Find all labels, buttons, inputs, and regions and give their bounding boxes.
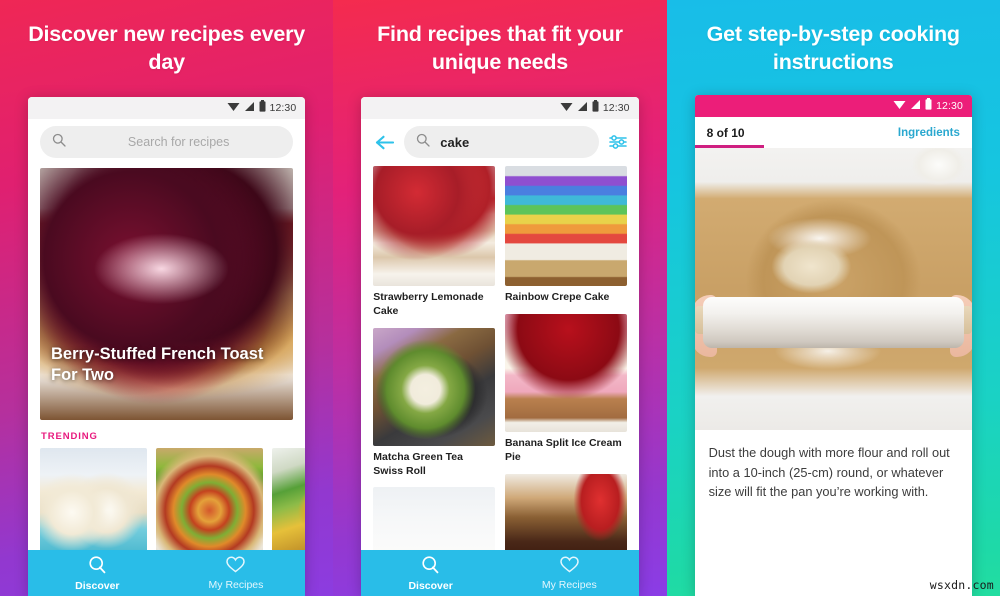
back-arrow-icon[interactable] xyxy=(373,135,396,150)
trending-row xyxy=(40,448,306,550)
search-circle-icon xyxy=(421,555,440,579)
recipe-title: Strawberry Lemonade Cake xyxy=(373,291,484,317)
status-bar: 12:30 xyxy=(28,97,306,119)
nav-label-discover: Discover xyxy=(408,579,453,592)
discover-feed: Berry-Stuffed French Toast For Two TREND… xyxy=(28,166,306,550)
recipe-card[interactable]: Banana Split Ice Cream Pie xyxy=(504,313,627,465)
step-instruction-text: Dust the dough with more flour and roll … xyxy=(694,430,972,596)
search-input[interactable]: Search for recipes xyxy=(40,126,294,158)
recipe-card[interactable]: Rainbow Crepe Cake xyxy=(504,166,627,305)
panel-headline: Discover new recipes every day xyxy=(28,22,306,75)
promo-panel-discover: Discover new recipes every day 12:30 Sea… xyxy=(0,0,334,596)
tune-filter-icon[interactable] xyxy=(607,134,627,150)
nav-label-discover: Discover xyxy=(75,579,120,592)
step-image xyxy=(694,148,972,430)
results-column-right: Rainbow Crepe Cake Banana Split Ice Crea… xyxy=(504,166,627,550)
rolling-pin xyxy=(702,297,964,349)
signal-icon xyxy=(910,97,921,115)
recipe-title: Banana Split Ice Cream Pie xyxy=(504,436,622,463)
signal-icon xyxy=(577,99,588,117)
recipe-thumbnail xyxy=(504,313,627,432)
recipe-thumbnail xyxy=(504,166,627,286)
bottom-navigation: Discover My Recipes xyxy=(361,550,639,596)
nav-label-my-recipes: My Recipes xyxy=(208,578,264,591)
trending-section-label: TRENDING xyxy=(41,431,98,442)
search-results-grid: Strawberry Lemonade Cake Matcha Green Te… xyxy=(361,166,639,550)
hero-recipe-title: Berry-Stuffed French Toast For Two xyxy=(51,344,264,384)
status-bar: 12:30 xyxy=(361,97,639,119)
nav-label-my-recipes: My Recipes xyxy=(541,578,597,591)
status-time: 12:30 xyxy=(269,102,297,114)
recipe-thumbnail xyxy=(373,166,495,286)
status-bar: 12:30 xyxy=(694,95,972,117)
wifi-icon xyxy=(560,99,573,117)
heart-icon xyxy=(226,556,246,578)
search-icon xyxy=(416,133,430,152)
ingredients-link[interactable]: Ingredients xyxy=(898,127,960,139)
battery-icon xyxy=(592,99,599,117)
recipe-thumbnail xyxy=(373,327,495,446)
phone-mockup-search: 12:30 cake Strawberry Lemonade Cake Matc… xyxy=(361,97,639,596)
status-time: 12:30 xyxy=(936,100,963,112)
nav-item-my-recipes[interactable]: My Recipes xyxy=(500,556,639,591)
step-counter: 8 of 10 xyxy=(706,126,745,140)
bottom-navigation: Discover My Recipes xyxy=(28,550,306,596)
panel-headline: Get step-by-step cooking instructions xyxy=(706,22,960,75)
search-placeholder: Search for recipes xyxy=(127,135,230,149)
results-column-left: Strawberry Lemonade Cake Matcha Green Te… xyxy=(373,166,495,550)
step-header: 8 of 10 Ingredients xyxy=(694,117,972,148)
status-time: 12:30 xyxy=(602,102,630,114)
heart-icon xyxy=(560,556,579,578)
recipe-title: Matcha Green Tea Swiss Roll xyxy=(373,450,463,477)
site-watermark: wsxdn.com xyxy=(929,578,994,592)
hero-recipe-card[interactable]: Berry-Stuffed French Toast For Two xyxy=(40,168,294,420)
nav-item-discover[interactable]: Discover xyxy=(361,555,500,592)
recipe-card[interactable]: Strawberry Lemonade Cake xyxy=(373,166,495,319)
recipe-thumbnail xyxy=(373,487,495,550)
recipe-card[interactable]: Matcha Green Tea Swiss Roll xyxy=(373,327,495,479)
battery-icon xyxy=(925,97,932,115)
panel-headline: Find recipes that fit your unique needs xyxy=(377,22,623,75)
trending-card[interactable] xyxy=(40,448,147,550)
recipe-thumbnail xyxy=(504,473,627,550)
phone-mockup-steps: 12:30 8 of 10 Ingredients Dust the dough… xyxy=(694,95,972,596)
search-row: Search for recipes xyxy=(28,119,306,166)
wifi-icon xyxy=(893,97,906,115)
recipe-card[interactable] xyxy=(504,473,627,550)
trending-card[interactable] xyxy=(272,448,306,550)
phone-mockup-discover: 12:30 Search for recipes Berry-Stuffed F… xyxy=(28,97,306,596)
screenshot-stage: Discover new recipes every day 12:30 Sea… xyxy=(0,0,1000,596)
search-query-value: cake xyxy=(440,134,470,150)
search-row: cake xyxy=(361,119,639,166)
trending-card[interactable] xyxy=(156,448,263,550)
promo-panel-search: Find recipes that fit your unique needs … xyxy=(333,0,667,596)
wifi-icon xyxy=(227,99,240,117)
promo-panel-steps: Get step-by-step cooking instructions 12… xyxy=(666,0,1000,596)
recipe-title: Rainbow Crepe Cake xyxy=(504,291,610,303)
nav-item-my-recipes[interactable]: My Recipes xyxy=(167,556,306,591)
nav-item-discover[interactable]: Discover xyxy=(28,555,167,592)
recipe-card[interactable] xyxy=(373,487,495,550)
search-circle-icon xyxy=(88,555,107,579)
search-input[interactable]: cake xyxy=(404,126,599,158)
signal-icon xyxy=(244,99,255,117)
search-icon xyxy=(52,133,66,152)
results-grid: Strawberry Lemonade Cake Matcha Green Te… xyxy=(373,166,627,550)
battery-icon xyxy=(259,99,266,117)
